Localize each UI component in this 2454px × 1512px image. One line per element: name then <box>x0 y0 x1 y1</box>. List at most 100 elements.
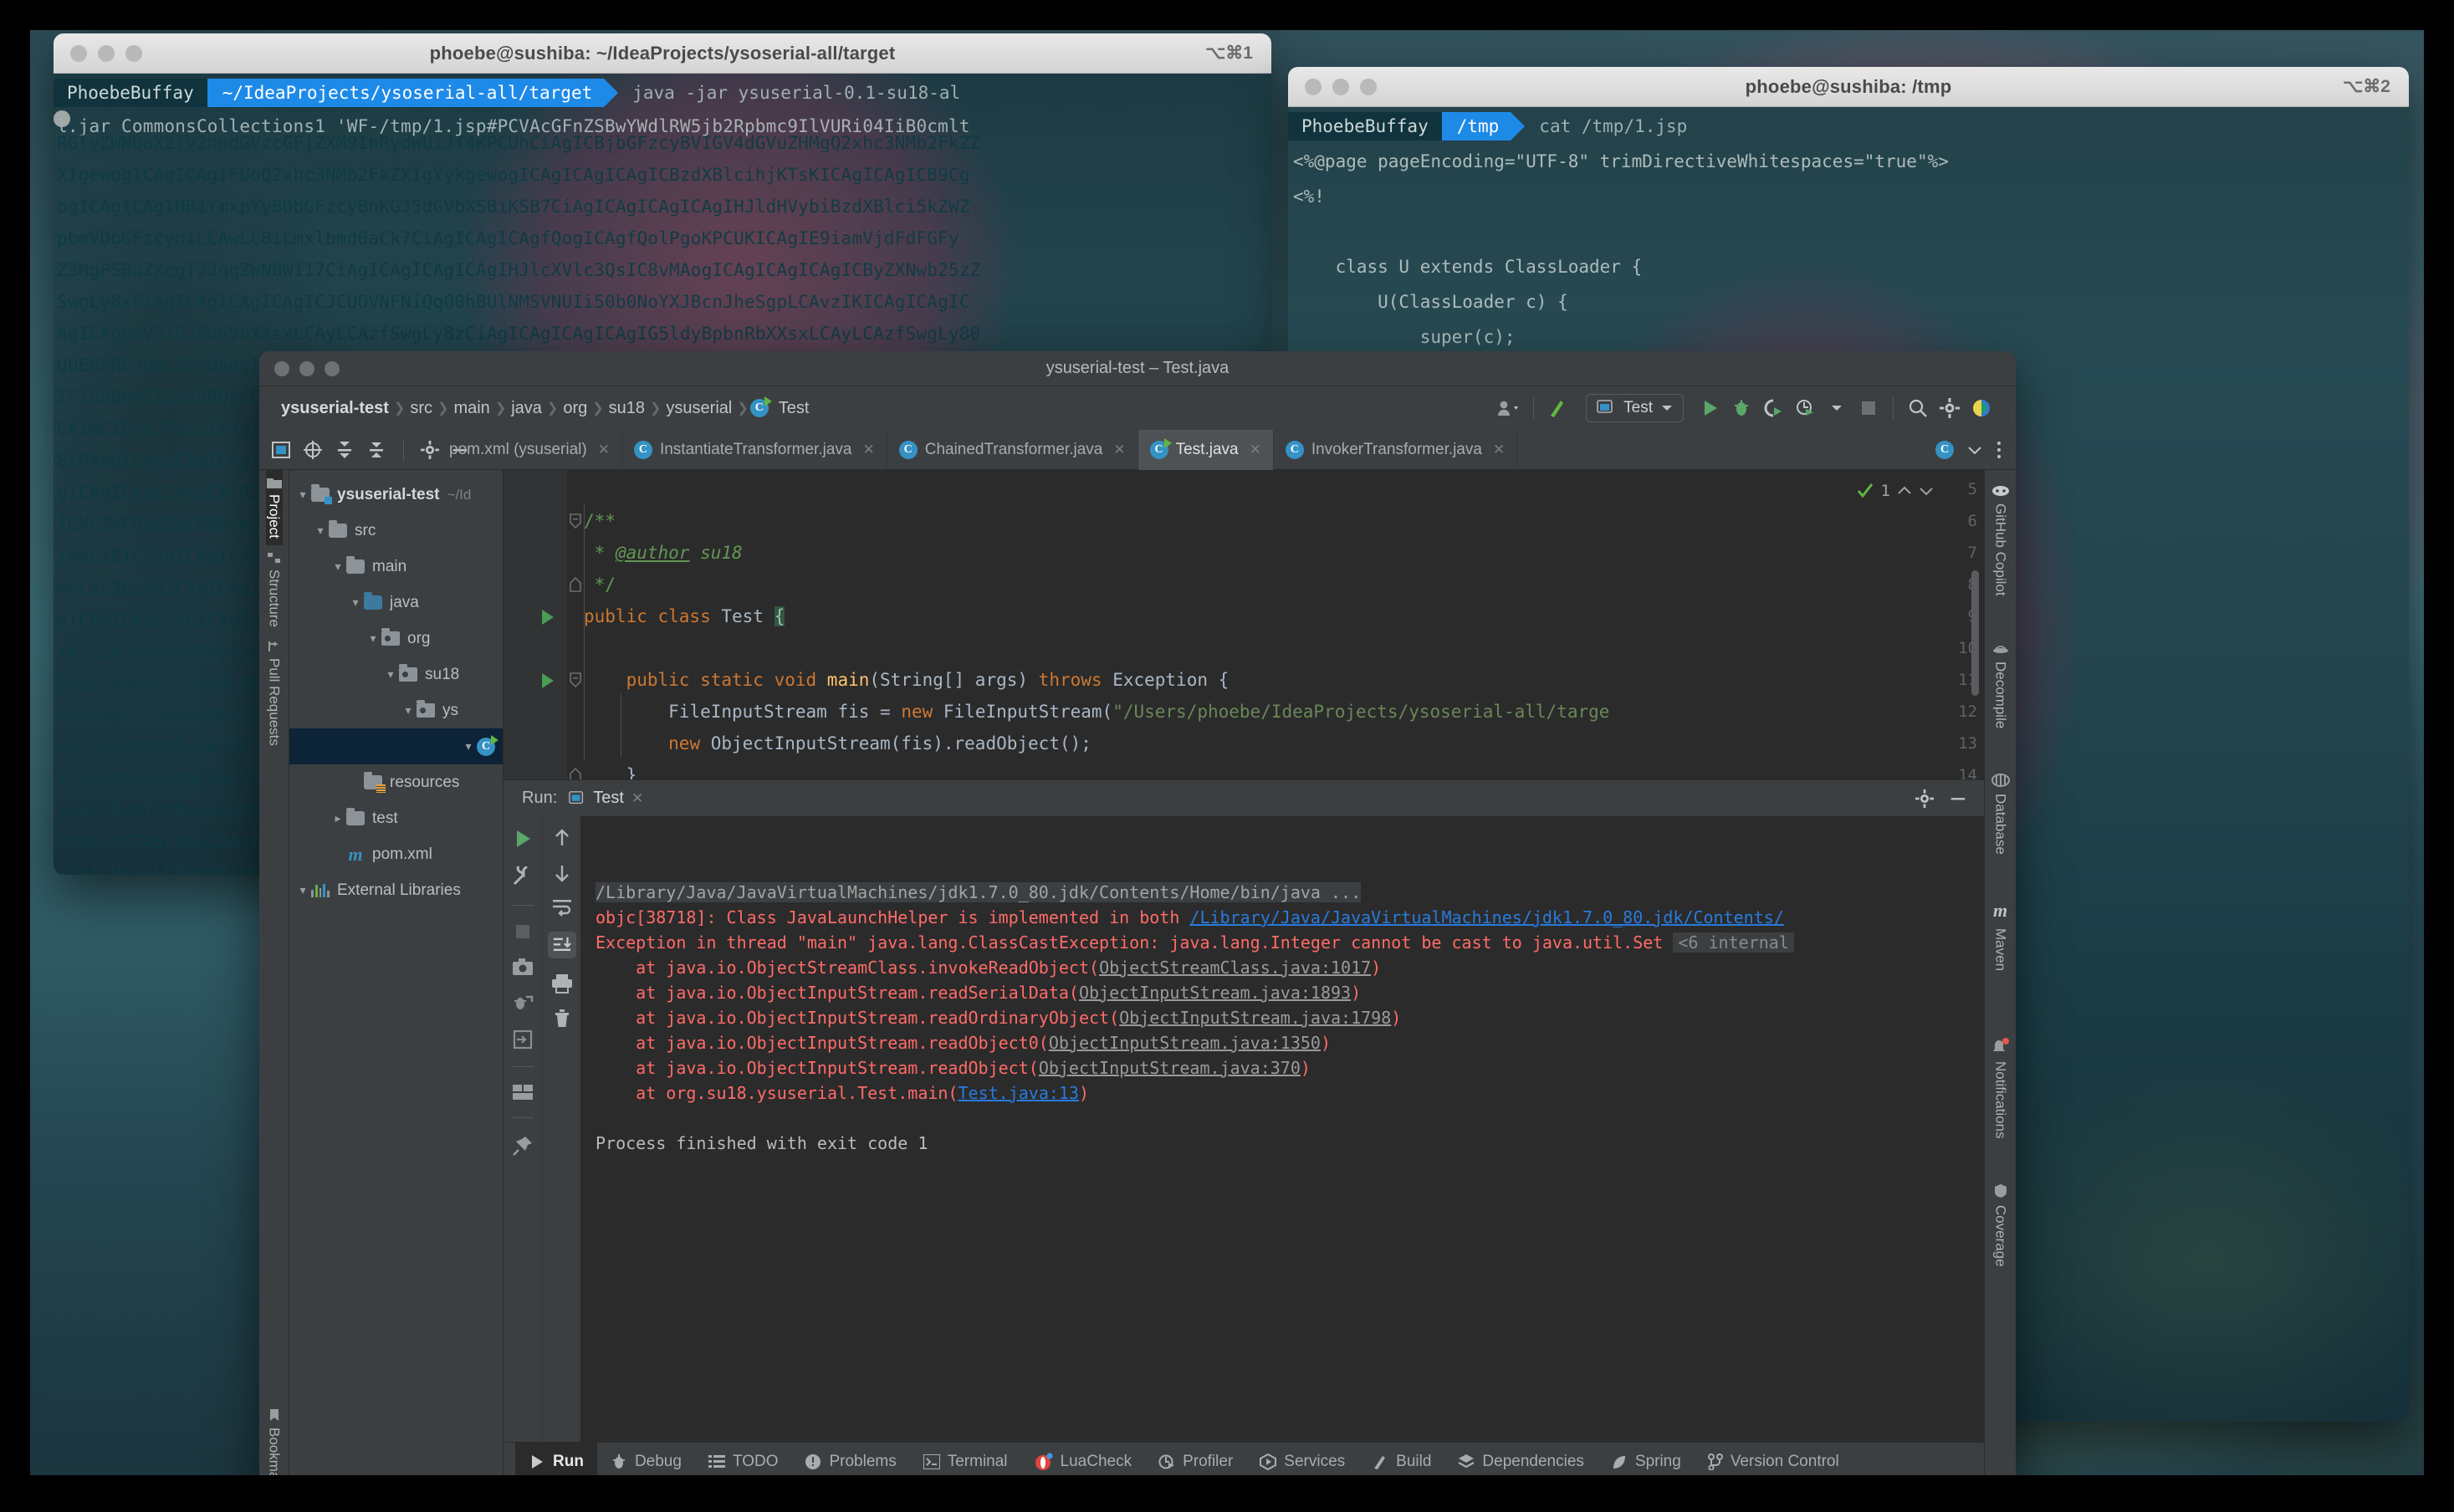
right-tool-rail[interactable]: GitHub Copilot Decompile Database m Mave… <box>1984 470 2016 1505</box>
tree-node[interactable]: ▾ src <box>289 513 503 549</box>
chevron-down-icon[interactable] <box>1967 445 1982 455</box>
chevron-down-icon[interactable]: ▾ <box>294 883 311 897</box>
build-icon[interactable] <box>1542 392 1574 424</box>
editor-tabs-bar[interactable]: pom.xml (ysuserial) ✕ C InstantiateTransfor… <box>259 429 2016 470</box>
terminal-2-titlebar[interactable]: phoebe@sushiba: /tmp ⌥⌘2 <box>1288 67 2409 107</box>
debug-icon[interactable] <box>1725 392 1757 424</box>
console-link[interactable]: /Library/Java/JavaVirtualMachines/jdk1.7… <box>1189 907 1783 927</box>
chevron-down-icon[interactable]: ▾ <box>330 559 346 574</box>
run-tab[interactable]: Test ✕ <box>569 789 643 808</box>
run-with-coverage-icon[interactable] <box>1757 392 1789 424</box>
tree-node[interactable]: ▾ org <box>289 621 503 656</box>
chevron-right-icon[interactable]: ▸ <box>330 811 346 825</box>
fold-marker[interactable] <box>569 768 582 779</box>
sidebar-item-project[interactable]: Project <box>265 470 283 545</box>
left-tool-rail[interactable]: Project Structure Pull Requests Bookmark… <box>259 470 289 1505</box>
project-tree-panel[interactable]: ▾ ysuserial-test ~/Id ▾ src ▾ main ▾ java ▾ org ▾ su… <box>289 470 504 1505</box>
editor-tab[interactable]: C InstantiateTransformer.java ✕ <box>622 429 887 470</box>
gear-icon[interactable] <box>1915 789 1934 808</box>
fold-marker[interactable] <box>569 577 582 592</box>
terminal-1-titlebar[interactable]: phoebe@sushiba: ~/IdeaProjects/ysoserial… <box>54 33 1271 74</box>
breadcrumb-item[interactable]: org <box>560 399 590 418</box>
editor-tab[interactable]: pom.xml (ysuserial) ✕ <box>437 429 622 470</box>
tree-node[interactable]: ▾ su18 <box>289 656 503 692</box>
sidebar-item-database[interactable]: Database <box>1991 765 2010 863</box>
tree-node[interactable]: ▾ ys <box>289 692 503 728</box>
run-actions-rail[interactable] <box>504 816 542 1442</box>
search-icon[interactable] <box>1902 392 1934 424</box>
target-icon[interactable] <box>303 440 323 460</box>
stop-icon[interactable] <box>514 922 532 941</box>
expand-all-icon[interactable] <box>335 440 355 460</box>
project-tree[interactable]: ▾ ysuserial-test ~/Id ▾ src ▾ main ▾ java ▾ org ▾ su… <box>289 477 503 908</box>
profile-icon[interactable] <box>1789 392 1821 424</box>
run-tool-window[interactable]: Run: Test ✕ /Library/Java/JavaVirtualMac… <box>504 779 1984 1442</box>
sidebar-item-decompile[interactable]: Decompile <box>1992 635 2009 737</box>
chevron-down-icon[interactable]: ▾ <box>294 488 311 502</box>
chevron-down-icon[interactable]: ▾ <box>460 739 477 753</box>
sidebar-item-maven[interactable]: m Maven <box>1992 891 2009 979</box>
layout-icon[interactable] <box>512 1084 534 1101</box>
breadcrumb-item[interactable]: C Test <box>749 396 813 418</box>
console-output[interactable]: /Library/Java/JavaVirtualMachines/jdk1.7… <box>580 816 1984 1442</box>
run-icon[interactable] <box>1694 392 1725 424</box>
editor-scrollbar[interactable] <box>1971 570 1979 696</box>
dump-threads-icon[interactable] <box>512 993 534 1013</box>
trash-icon[interactable] <box>552 1009 572 1029</box>
fold-marker[interactable] <box>569 672 582 687</box>
editor-gutter[interactable] <box>504 470 567 779</box>
sidebar-item-github-copilot[interactable]: GitHub Copilot <box>1991 475 2010 605</box>
run-configuration-selector[interactable]: Test <box>1586 394 1684 422</box>
sidebar-item-notifications[interactable]: Notifications <box>1991 1029 2010 1147</box>
editor-tab[interactable]: C ChainedTransformer.java ✕ <box>887 429 1138 470</box>
arrow-up-icon[interactable] <box>552 828 572 848</box>
collapse-all-icon[interactable] <box>366 440 386 460</box>
idea-titlebar[interactable]: ysuserial-test – Test.java <box>259 351 2016 386</box>
tree-node[interactable]: ▾ C <box>289 728 503 764</box>
navigation-bar[interactable]: ysuserial-test ❯ src ❯ main ❯ java ❯ org ❯ su18 ❯ ys… <box>259 386 2016 430</box>
tree-node[interactable]: ▾ java <box>289 585 503 621</box>
sidebar-item-coverage[interactable]: Coverage <box>1992 1175 2009 1275</box>
console-file-link[interactable]: ObjectInputStream.java:1798 <box>1119 1008 1391 1028</box>
chevron-down-icon[interactable]: ▾ <box>312 524 329 538</box>
tree-node[interactable]: ▾ ysuserial-test ~/Id <box>289 477 503 513</box>
user-icon[interactable] <box>1493 392 1525 424</box>
chevron-down-icon[interactable] <box>1821 392 1853 424</box>
chevron-down-icon[interactable]: ▾ <box>365 631 381 646</box>
console-file-link[interactable]: Test.java:13 <box>958 1083 1079 1103</box>
console-actions-rail[interactable] <box>542 816 580 1442</box>
chevron-down-icon[interactable]: ▾ <box>347 595 364 610</box>
intellij-idea-window[interactable]: ysuserial-test – Test.java ysuserial-tes… <box>259 351 2016 1505</box>
console-file-link[interactable]: ObjectInputStream.java:1350 <box>1049 1033 1321 1053</box>
gear-icon[interactable] <box>1934 392 1966 424</box>
breadcrumb-item[interactable]: main <box>450 399 493 418</box>
select-opened-file-icon[interactable] <box>271 440 291 460</box>
arrow-down-icon[interactable] <box>552 863 572 883</box>
close-icon[interactable]: ✕ <box>631 790 643 807</box>
sidebar-item-pull-requests[interactable]: Pull Requests <box>266 634 283 753</box>
close-icon[interactable]: ✕ <box>1113 442 1125 458</box>
close-icon[interactable]: ✕ <box>862 442 874 458</box>
tree-node[interactable]: ▾ External Libraries <box>289 872 503 908</box>
fold-marker[interactable] <box>569 513 582 529</box>
sidebar-item-structure[interactable]: Structure <box>266 545 283 634</box>
chevron-down-icon[interactable]: ▾ <box>382 667 399 682</box>
editor-tab[interactable]: C InvokerTransformer.java ✕ <box>1274 429 1518 470</box>
soft-wrap-icon[interactable] <box>551 898 573 917</box>
stop-icon[interactable] <box>1853 392 1884 424</box>
breadcrumb-item[interactable]: java <box>508 399 545 418</box>
close-icon[interactable]: ✕ <box>1493 442 1505 458</box>
editor-tab-list[interactable]: pom.xml (ysuserial) ✕ C InstantiateTransfor… <box>449 429 1518 470</box>
tree-node[interactable]: resources <box>289 764 503 800</box>
run-gutter-icon[interactable] <box>542 673 554 688</box>
breadcrumb-item[interactable]: su18 <box>606 399 648 418</box>
console-input-icon[interactable] <box>513 1029 533 1050</box>
chevron-down-icon[interactable]: ▾ <box>400 703 417 718</box>
screenshot-icon[interactable] <box>512 958 534 976</box>
pin-icon[interactable] <box>512 1135 534 1157</box>
console-file-link[interactable]: ObjectInputStream.java:1893 <box>1079 983 1351 1003</box>
close-icon[interactable]: ✕ <box>598 442 610 458</box>
console-file-link[interactable]: ObjectInputStream.java:370 <box>1039 1058 1301 1078</box>
tree-node[interactable]: ▸ test <box>289 800 503 836</box>
inspection-widget[interactable]: 1 <box>1856 475 1934 507</box>
